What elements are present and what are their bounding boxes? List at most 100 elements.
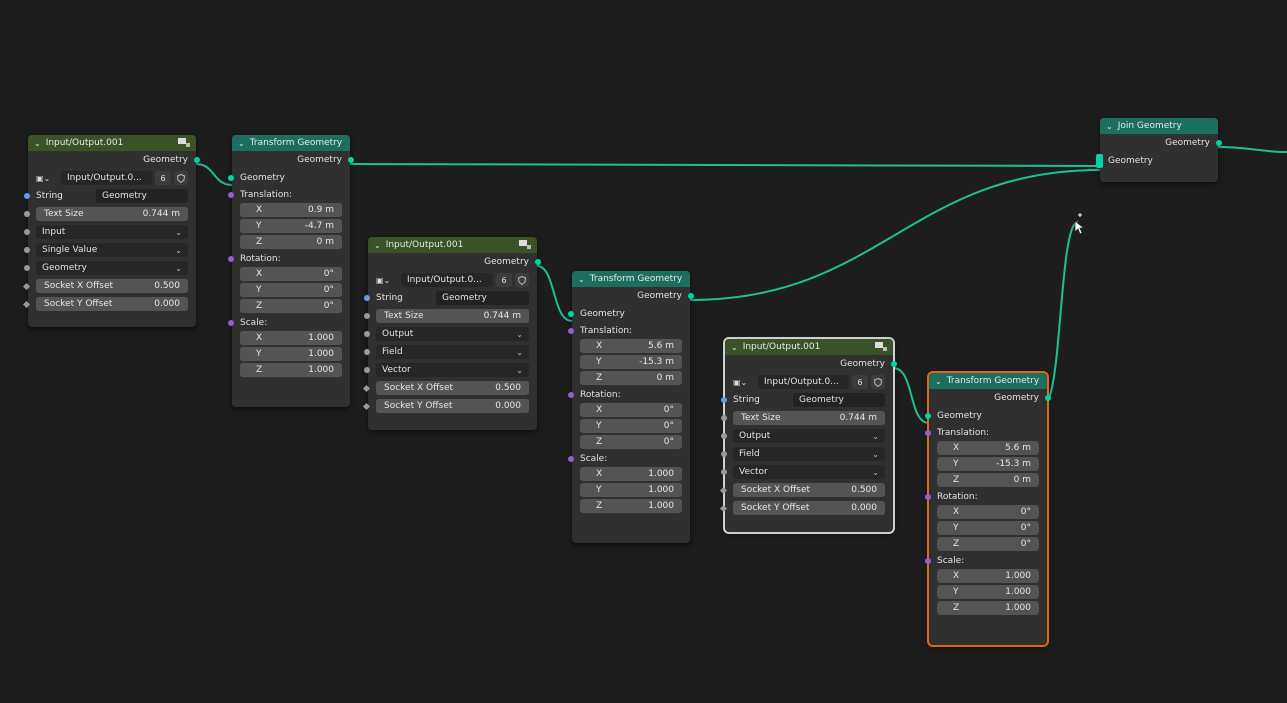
rotation-y-field[interactable]: Y 0° xyxy=(937,521,1039,535)
rotation-z-field[interactable]: Z 0° xyxy=(580,435,682,449)
enum-socket[interactable] xyxy=(721,451,727,457)
translation-y-field[interactable]: Y -15.3 m xyxy=(937,457,1039,471)
string-socket[interactable] xyxy=(721,397,727,403)
socket-y-socket[interactable] xyxy=(22,300,31,308)
shape-dropdown[interactable]: Single Value ⌄ xyxy=(36,243,188,257)
collapse-chevron-icon[interactable]: ⌄ xyxy=(238,139,245,148)
text-size-socket[interactable] xyxy=(24,211,30,217)
text-size-field[interactable]: Text Size 0.744 m xyxy=(733,411,885,425)
enum-socket[interactable] xyxy=(24,247,30,253)
text-size-field[interactable]: Text Size 0.744 m xyxy=(376,309,529,323)
join-geometry-header[interactable]: ⌄ Join Geometry xyxy=(1100,118,1218,134)
io-node-1[interactable]: ⌄ Input/Output.001 Geometry ▣⌄ Input/Out… xyxy=(22,135,200,327)
io-node-2[interactable]: ⌄ Input/Output.001 Geometry ▣⌄ Input/Out… xyxy=(362,237,541,430)
data-type-dropdown[interactable]: Vector ⌄ xyxy=(376,363,529,377)
translation-socket[interactable] xyxy=(568,328,574,334)
output-socket[interactable] xyxy=(891,361,897,367)
scale-socket[interactable] xyxy=(925,558,931,564)
rotation-socket[interactable] xyxy=(925,494,931,500)
input-socket[interactable] xyxy=(228,175,234,181)
scale-y-field[interactable]: Y 1.000 xyxy=(580,483,682,497)
socket-x-offset-field[interactable]: Socket X Offset 0.500 xyxy=(733,483,885,497)
datablock-name-field[interactable]: Input/Output.0... xyxy=(401,273,493,287)
rotation-z-field[interactable]: Z 0° xyxy=(937,537,1039,551)
socket-x-socket[interactable] xyxy=(362,384,371,392)
translation-z-field[interactable]: Z 0 m xyxy=(937,473,1039,487)
io-node-2-header[interactable]: ⌄ Input/Output.001 xyxy=(368,237,537,253)
scale-socket[interactable] xyxy=(228,320,234,326)
output-socket[interactable] xyxy=(688,293,694,299)
data-type-dropdown[interactable]: Geometry ⌄ xyxy=(36,261,188,275)
translation-y-field[interactable]: Y -15.3 m xyxy=(580,355,682,369)
translation-z-field[interactable]: Z 0 m xyxy=(240,235,342,249)
text-size-socket[interactable] xyxy=(721,415,727,421)
node-tree-browse-icon[interactable]: ▣⌄ xyxy=(733,378,755,387)
socket-y-socket[interactable] xyxy=(362,402,371,410)
socket-x-socket[interactable] xyxy=(22,282,31,290)
transform-node-3[interactable]: ⌄ Transform Geometry Geometry Geometry T… xyxy=(925,371,1051,647)
string-input[interactable]: Geometry xyxy=(436,291,529,305)
socket-x-socket[interactable] xyxy=(719,486,728,494)
scale-y-field[interactable]: Y 1.000 xyxy=(937,585,1039,599)
input-socket[interactable] xyxy=(925,413,931,419)
translation-x-field[interactable]: X 5.6 m xyxy=(580,339,682,353)
socket-y-socket[interactable] xyxy=(719,504,728,512)
collapse-chevron-icon[interactable]: ⌄ xyxy=(731,343,738,352)
collapse-chevron-icon[interactable]: ⌄ xyxy=(935,377,942,386)
users-count[interactable]: 6 xyxy=(496,273,512,287)
datablock-name-field[interactable]: Input/Output.0... xyxy=(758,375,849,389)
scale-x-field[interactable]: X 1.000 xyxy=(580,467,682,481)
transform-node-1-header[interactable]: ⌄ Transform Geometry xyxy=(232,135,350,151)
io-node-3-header[interactable]: ⌄ Input/Output.001 xyxy=(725,339,893,355)
string-socket[interactable] xyxy=(364,295,370,301)
translation-x-field[interactable]: X 0.9 m xyxy=(240,203,342,217)
collapse-chevron-icon[interactable]: ⌄ xyxy=(1106,122,1113,131)
output-socket[interactable] xyxy=(1216,140,1222,146)
datablock-name-field[interactable]: Input/Output.0... xyxy=(61,171,152,185)
transform-node-3-header[interactable]: ⌄ Transform Geometry xyxy=(929,373,1047,389)
translation-x-field[interactable]: X 5.6 m xyxy=(937,441,1039,455)
scale-x-field[interactable]: X 1.000 xyxy=(937,569,1039,583)
collapse-chevron-icon[interactable]: ⌄ xyxy=(374,241,381,250)
output-socket[interactable] xyxy=(1045,395,1051,401)
enum-socket[interactable] xyxy=(24,265,30,271)
io-node-1-header[interactable]: ⌄ Input/Output.001 xyxy=(28,135,196,151)
translation-socket[interactable] xyxy=(228,192,234,198)
string-socket[interactable] xyxy=(24,193,30,199)
enum-socket[interactable] xyxy=(721,433,727,439)
enum-socket[interactable] xyxy=(721,469,727,475)
rotation-x-field[interactable]: X 0° xyxy=(240,267,342,281)
collapse-chevron-icon[interactable]: ⌄ xyxy=(34,139,41,148)
join-geometry-node[interactable]: ⌄ Join Geometry Geometry Geometry xyxy=(1096,118,1222,182)
translation-z-field[interactable]: Z 0 m xyxy=(580,371,682,385)
translation-y-field[interactable]: Y -4.7 m xyxy=(240,219,342,233)
users-count[interactable]: 6 xyxy=(155,171,171,185)
io-node-3[interactable]: ⌄ Input/Output.001 Geometry ▣⌄ Input/Out… xyxy=(719,337,897,534)
rotation-y-field[interactable]: Y 0° xyxy=(580,419,682,433)
output-socket[interactable] xyxy=(348,157,354,163)
input-socket[interactable] xyxy=(568,311,574,317)
scale-x-field[interactable]: X 1.000 xyxy=(240,331,342,345)
scale-z-field[interactable]: Z 1.000 xyxy=(580,499,682,513)
rotation-z-field[interactable]: Z 0° xyxy=(240,299,342,313)
scale-z-field[interactable]: Z 1.000 xyxy=(937,601,1039,615)
transform-node-2-header[interactable]: ⌄ Transform Geometry xyxy=(572,271,690,287)
output-socket[interactable] xyxy=(535,259,541,265)
string-input[interactable]: Geometry xyxy=(793,393,885,407)
node-tree-browse-icon[interactable]: ▣⌄ xyxy=(376,276,398,285)
socket-y-offset-field[interactable]: Socket Y Offset 0.000 xyxy=(36,297,188,311)
fake-user-shield-icon[interactable] xyxy=(515,273,529,287)
users-count[interactable]: 6 xyxy=(852,375,868,389)
io-type-dropdown[interactable]: Input ⌄ xyxy=(36,225,188,239)
transform-node-1[interactable]: ⌄ Transform Geometry Geometry Geometry T… xyxy=(228,135,354,407)
multi-input-socket[interactable] xyxy=(1096,154,1103,168)
socket-y-offset-field[interactable]: Socket Y Offset 0.000 xyxy=(733,501,885,515)
transform-node-2[interactable]: ⌄ Transform Geometry Geometry Geometry T… xyxy=(568,271,694,543)
shape-dropdown[interactable]: Field ⌄ xyxy=(376,345,529,359)
rotation-y-field[interactable]: Y 0° xyxy=(240,283,342,297)
scale-y-field[interactable]: Y 1.000 xyxy=(240,347,342,361)
text-size-field[interactable]: Text Size 0.744 m xyxy=(36,207,188,221)
enum-socket[interactable] xyxy=(364,331,370,337)
translation-socket[interactable] xyxy=(925,430,931,436)
socket-x-offset-field[interactable]: Socket X Offset 0.500 xyxy=(376,381,529,395)
